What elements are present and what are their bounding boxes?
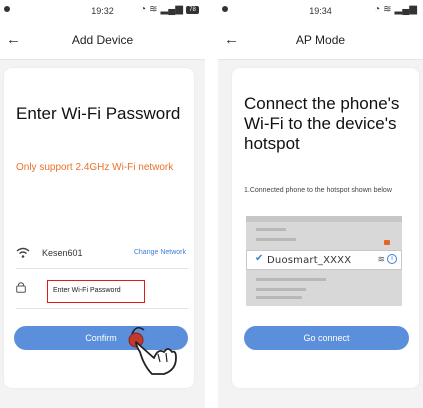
step-text: 1.Connected phone to the hotspot shown b… <box>244 187 392 194</box>
divider <box>16 268 188 269</box>
wifi-ssid: Kesen601 <box>42 248 83 258</box>
signal-icon: ▂▄▆ <box>160 4 183 15</box>
signal-icon: ▂▄▆ <box>394 4 417 15</box>
ap-instructions-card: Connect the phone's Wi-Fi to the device'… <box>232 68 419 388</box>
alarm-icon: ◔ <box>140 4 147 15</box>
hotspot-row: ✔ Duosmart_XXXX ≋ i <box>246 250 402 270</box>
status-icons: ◔ ≋ ▂▄▆ 78 <box>140 4 199 15</box>
page-title: Enter Wi-Fi Password <box>16 104 181 123</box>
password-card: Enter Wi-Fi Password Only support 2.4GHz… <box>4 68 194 388</box>
status-icons: ◔ ≋ ▂▄▆ <box>374 4 417 15</box>
nav-title: AP Mode <box>295 33 346 47</box>
page-title: Connect the phone's Wi-Fi to the device'… <box>244 94 400 153</box>
wifi-icon: ≋ <box>377 254 385 264</box>
wifi-icon <box>16 247 30 258</box>
wifi-list-illustration: ✔ Duosmart_XXXX ≋ i <box>246 216 402 306</box>
wifi-network-row: Kesen601 Change Network <box>16 244 186 264</box>
illustration-row <box>256 238 296 241</box>
wifi-status-icon: ≋ <box>383 4 392 15</box>
illustration-toggle <box>384 240 390 245</box>
password-input[interactable]: Enter Wi-Fi Password <box>47 280 145 303</box>
add-device-screen: 19:32 ◔ ≋ ▂▄▆ 78 ← Add Device Enter Wi-F… <box>0 0 205 408</box>
divider <box>16 308 188 309</box>
check-icon: ✔ <box>255 253 264 264</box>
illustration-row <box>256 278 326 281</box>
illustration-row <box>256 228 286 231</box>
wifi-status-icon: ≋ <box>149 4 158 15</box>
status-bar: 19:34 ◔ ≋ ▂▄▆ <box>218 0 423 22</box>
alarm-icon: ◔ <box>374 4 381 15</box>
battery-icon: 78 <box>186 5 199 14</box>
password-row: Enter Wi-Fi Password <box>16 276 188 303</box>
nav-title: Add Device <box>71 33 134 47</box>
change-network-link[interactable]: Change Network <box>134 249 186 256</box>
ap-mode-screen: 19:34 ◔ ≋ ▂▄▆ ← AP Mode Connect the phon… <box>218 0 423 408</box>
illustration-row <box>256 296 302 299</box>
illustration-row <box>256 288 306 291</box>
nav-bar: ← AP Mode <box>218 22 423 60</box>
frequency-note: Only support 2.4GHz Wi-Fi network <box>16 162 174 173</box>
status-bar: 19:32 ◔ ≋ ▂▄▆ 78 <box>0 0 205 22</box>
lock-icon <box>16 282 26 293</box>
hand-pointer-icon <box>128 326 177 375</box>
go-connect-button[interactable]: Go connect <box>244 326 409 350</box>
illustration-bar <box>246 216 402 222</box>
hotspot-name: Duosmart_XXXX <box>267 255 352 266</box>
info-icon: i <box>387 254 397 264</box>
nav-bar: ← Add Device <box>0 22 205 60</box>
